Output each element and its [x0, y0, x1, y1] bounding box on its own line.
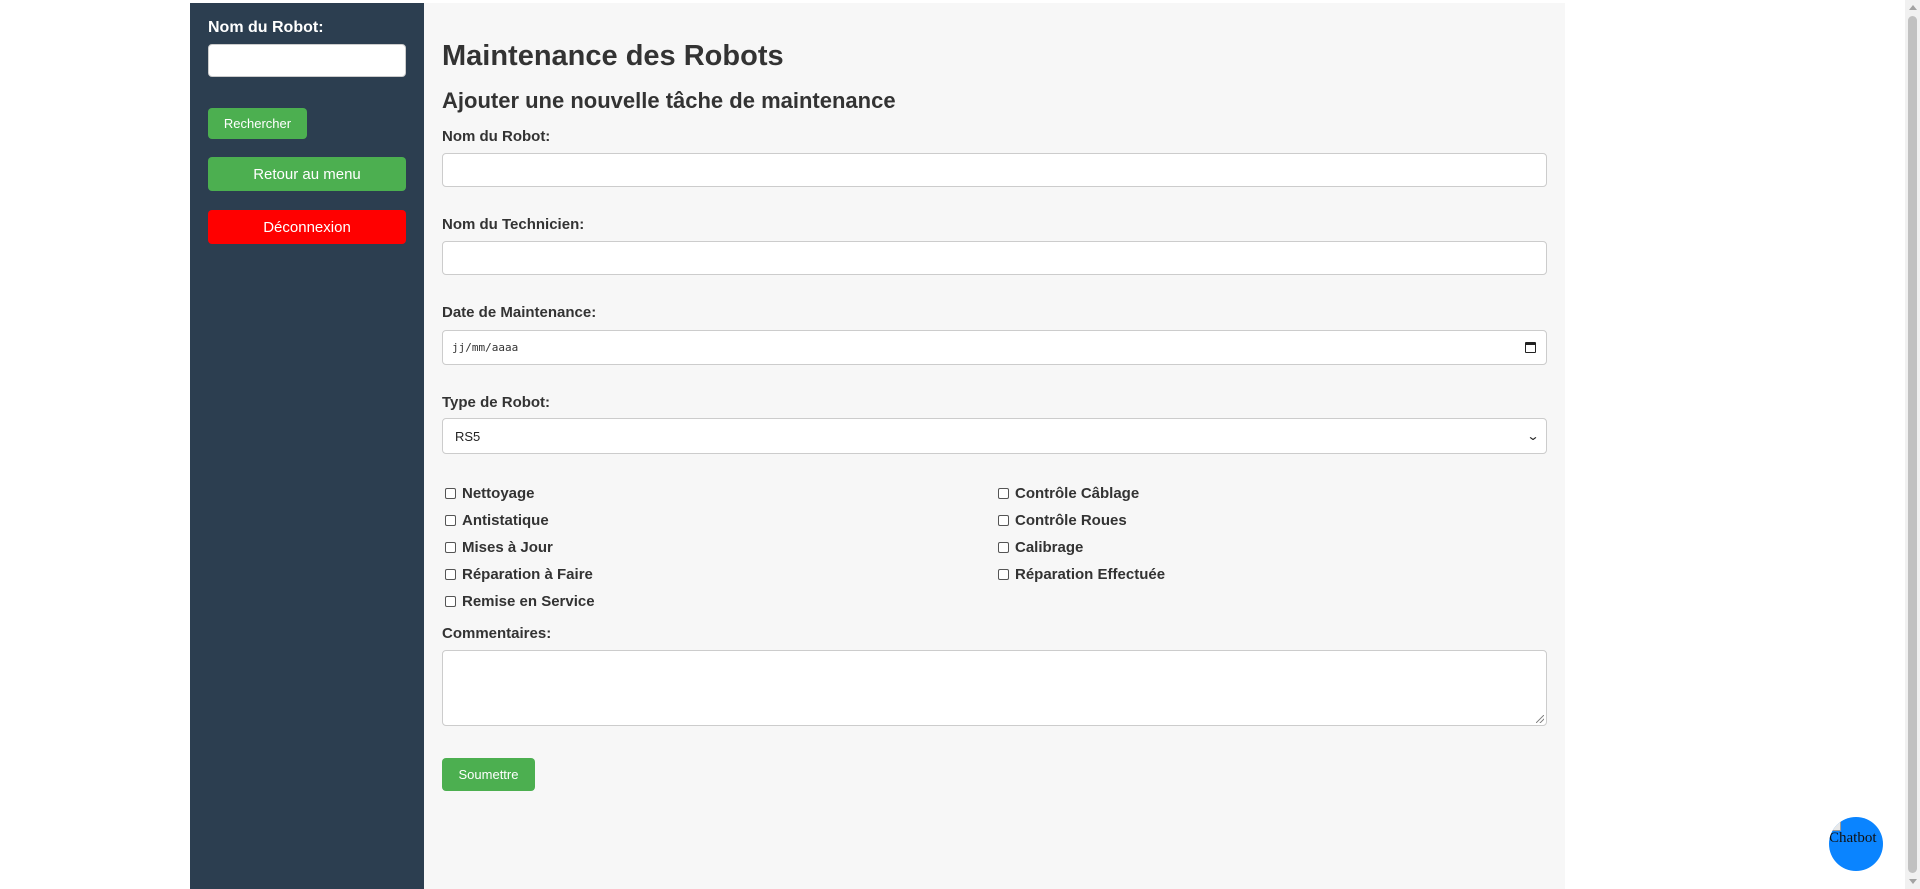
checkbox-icon[interactable]	[998, 488, 1009, 499]
technician-name-label: Nom du Technicien:	[442, 216, 585, 233]
sidebar-search-label: Nom du Robot:	[208, 19, 324, 36]
comments-label: Commentaires:	[442, 625, 552, 642]
submit-button[interactable]: Soumettre	[442, 758, 535, 791]
checkbox-icon[interactable]	[998, 542, 1009, 553]
broken-image-icon	[1829, 817, 1841, 831]
checkbox-icon[interactable]	[445, 488, 456, 499]
maintenance-checklist: Nettoyage Contrôle Câblage Antistatique …	[442, 480, 1548, 615]
checkbox-label: Contrôle Câblage	[1015, 485, 1140, 502]
back-to-menu-button[interactable]: Retour au menu	[208, 157, 406, 191]
maintenance-date-label: Date de Maintenance:	[442, 304, 597, 321]
chatbot-alt-text: Chatbot	[1829, 830, 1877, 846]
checkbox-reparation-a-faire[interactable]: Réparation à Faire	[442, 561, 995, 588]
checkbox-antistatique[interactable]: Antistatique	[442, 507, 995, 534]
comments-textarea[interactable]	[442, 650, 1547, 726]
robot-type-select[interactable]: RS5 ⌄	[442, 418, 1547, 454]
checkbox-icon[interactable]	[998, 569, 1009, 580]
robot-type-label: Type de Robot:	[442, 394, 551, 411]
logout-button[interactable]: Déconnexion	[208, 210, 406, 244]
robot-name-label: Nom du Robot:	[442, 128, 551, 145]
checkbox-mises-a-jour[interactable]: Mises à Jour	[442, 534, 995, 561]
app-container: Nom du Robot: Rechercher Retour au menu …	[190, 3, 1565, 889]
sidebar-search-input[interactable]	[208, 44, 406, 77]
robot-type-selected-value: RS5	[455, 428, 481, 444]
checkbox-label: Contrôle Roues	[1015, 512, 1127, 529]
calendar-icon[interactable]	[1525, 342, 1536, 353]
checkbox-reparation-effectuee[interactable]: Réparation Effectuée	[995, 561, 1548, 588]
sidebar: Nom du Robot: Rechercher Retour au menu …	[190, 3, 424, 889]
page-title: Maintenance des Robots	[442, 40, 784, 72]
chatbot-button[interactable]: Chatbot	[1829, 817, 1883, 871]
checkbox-label: Antistatique	[462, 512, 549, 529]
checkbox-icon[interactable]	[445, 596, 456, 607]
form-subtitle: Ajouter une nouvelle tâche de maintenanc…	[442, 88, 896, 113]
main-content: Maintenance des Robots Ajouter une nouve…	[424, 3, 1565, 889]
checkbox-label: Calibrage	[1015, 539, 1084, 556]
checkbox-icon[interactable]	[445, 569, 456, 580]
checkbox-label: Réparation Effectuée	[1015, 566, 1166, 583]
checkbox-icon[interactable]	[998, 515, 1009, 526]
resize-handle-icon[interactable]	[1536, 715, 1544, 723]
checkbox-remise-en-service[interactable]: Remise en Service	[442, 588, 995, 615]
checkbox-nettoyage[interactable]: Nettoyage	[442, 480, 995, 507]
scroll-up-arrow-icon[interactable]	[1909, 5, 1917, 10]
date-placeholder: jj/mm/aaaa	[452, 341, 519, 354]
scroll-down-arrow-icon[interactable]	[1909, 879, 1917, 884]
technician-name-input[interactable]	[442, 241, 1547, 275]
checkbox-label: Remise en Service	[462, 593, 595, 610]
checkbox-calibrage[interactable]: Calibrage	[995, 534, 1548, 561]
search-button[interactable]: Rechercher	[208, 108, 307, 139]
page-scrollbar[interactable]	[1905, 0, 1920, 889]
checkbox-controle-roues[interactable]: Contrôle Roues	[995, 507, 1548, 534]
checkbox-label: Mises à Jour	[462, 539, 553, 556]
checkbox-icon[interactable]	[445, 542, 456, 553]
scrollbar-thumb[interactable]	[1908, 16, 1917, 873]
checkbox-label: Nettoyage	[462, 485, 535, 502]
checkbox-label: Réparation à Faire	[462, 566, 593, 583]
robot-name-input[interactable]	[442, 153, 1547, 187]
checkbox-icon[interactable]	[445, 515, 456, 526]
maintenance-date-input[interactable]: jj/mm/aaaa	[442, 330, 1547, 365]
checkbox-controle-cablage[interactable]: Contrôle Câblage	[995, 480, 1548, 507]
chevron-down-icon: ⌄	[1526, 429, 1540, 443]
